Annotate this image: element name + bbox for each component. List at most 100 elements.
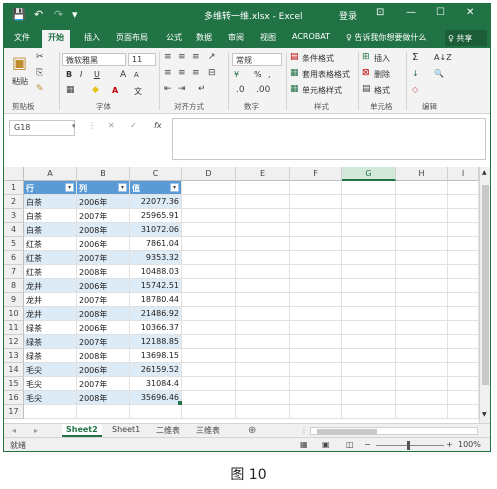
table-cell[interactable]: 2007年 <box>77 377 130 391</box>
row-header[interactable]: 4 <box>4 223 24 237</box>
insert-cells-icon[interactable]: ⊞ <box>362 52 370 62</box>
empty-cell[interactable] <box>182 335 236 349</box>
table-cell[interactable]: 9353.32 <box>130 251 182 265</box>
paste-button[interactable]: 粘贴 <box>12 76 28 87</box>
empty-cell[interactable] <box>290 335 342 349</box>
table-cell[interactable]: 2008年 <box>77 391 130 405</box>
row-header[interactable]: 12 <box>4 335 24 349</box>
table-cell[interactable]: 2008年 <box>77 349 130 363</box>
column-header-e[interactable]: E <box>236 167 290 181</box>
row-header[interactable]: 6 <box>4 251 24 265</box>
table-cell[interactable]: 7861.04 <box>130 237 182 251</box>
horizontal-scroll-thumb[interactable] <box>317 429 377 434</box>
increase-decimal-icon[interactable]: .0 <box>236 85 245 95</box>
empty-cell[interactable] <box>448 307 479 321</box>
empty-cell[interactable] <box>182 391 236 405</box>
empty-cell[interactable] <box>448 237 479 251</box>
empty-cell[interactable] <box>290 223 342 237</box>
table-cell[interactable]: 25965.91 <box>130 209 182 223</box>
row-header[interactable]: 17 <box>4 405 24 419</box>
redo-icon[interactable]: ↷ <box>54 8 63 21</box>
tab-home[interactable]: 开始 <box>42 30 70 48</box>
table-cell[interactable]: 绿茶 <box>24 349 77 363</box>
zoom-slider[interactable] <box>376 445 444 446</box>
row-header[interactable]: 1 <box>4 181 24 195</box>
empty-cell[interactable] <box>290 209 342 223</box>
table-cell[interactable]: 2006年 <box>77 279 130 293</box>
comma-button[interactable]: , <box>268 70 271 79</box>
empty-cell[interactable] <box>448 391 479 405</box>
table-cell[interactable]: 红茶 <box>24 237 77 251</box>
fill-button[interactable]: ↓ <box>412 69 419 78</box>
table-cell[interactable]: 12188.85 <box>130 335 182 349</box>
empty-cell[interactable] <box>236 391 290 405</box>
align-middle-icon[interactable]: ≡ <box>178 52 186 62</box>
customize-toolbar-icon[interactable]: ▾ <box>72 8 78 21</box>
prev-sheet-icon[interactable]: ◂ <box>12 426 16 435</box>
table-cell[interactable]: 毛尖 <box>24 391 77 405</box>
copy-icon[interactable]: ⎘ <box>36 68 43 78</box>
empty-cell[interactable] <box>448 265 479 279</box>
decrease-indent-icon[interactable]: ⇤ <box>164 84 172 94</box>
empty-cell[interactable] <box>236 349 290 363</box>
empty-cell[interactable] <box>236 279 290 293</box>
table-cell[interactable]: 龙井 <box>24 279 77 293</box>
empty-cell[interactable] <box>182 181 236 195</box>
empty-cell[interactable] <box>236 181 290 195</box>
empty-cell[interactable] <box>342 181 396 195</box>
tab-page-layout[interactable]: 页面布局 <box>116 32 148 43</box>
empty-cell[interactable] <box>396 349 448 363</box>
empty-cell[interactable] <box>396 335 448 349</box>
sheet-tab[interactable]: 二维表 <box>152 424 184 437</box>
empty-cell[interactable] <box>342 279 396 293</box>
empty-cell[interactable] <box>236 251 290 265</box>
fill-color-icon[interactable]: ◆ <box>92 85 99 95</box>
empty-cell[interactable] <box>342 265 396 279</box>
align-right-icon[interactable]: ≡ <box>192 68 200 78</box>
increase-indent-icon[interactable]: ⇥ <box>178 84 186 94</box>
empty-cell[interactable] <box>448 195 479 209</box>
share-button[interactable]: ♀ 共享 <box>445 30 487 46</box>
empty-cell[interactable] <box>24 405 77 419</box>
empty-cell[interactable] <box>396 251 448 265</box>
format-cells-button[interactable]: 格式 <box>374 85 390 96</box>
table-cell[interactable]: 21486.92 <box>130 307 182 321</box>
format-painter-icon[interactable]: ✎ <box>36 84 44 94</box>
empty-cell[interactable] <box>182 405 236 419</box>
empty-cell[interactable] <box>342 237 396 251</box>
empty-cell[interactable] <box>290 405 342 419</box>
table-cell[interactable]: 31072.06 <box>130 223 182 237</box>
empty-cell[interactable] <box>448 209 479 223</box>
sheet-tab[interactable]: Sheet1 <box>108 424 144 437</box>
delete-cells-button[interactable]: 删除 <box>374 69 390 80</box>
sort-filter-button[interactable]: A↓Z <box>434 53 452 62</box>
empty-cell[interactable] <box>290 251 342 265</box>
empty-cell[interactable] <box>290 321 342 335</box>
empty-cell[interactable] <box>448 335 479 349</box>
paste-icon[interactable]: ▣ <box>12 53 27 72</box>
table-header-cell[interactable]: 值 ▾ <box>130 181 182 195</box>
empty-cell[interactable] <box>448 251 479 265</box>
empty-cell[interactable] <box>396 195 448 209</box>
autosum-button[interactable]: Σ <box>412 52 418 63</box>
table-cell[interactable]: 35696.46 <box>130 391 182 405</box>
page-layout-view-icon[interactable]: ▣ <box>322 440 330 449</box>
empty-cell[interactable] <box>290 349 342 363</box>
sheet-tab[interactable]: Sheet2 <box>62 424 102 437</box>
insert-function-icon[interactable]: fx <box>154 121 162 130</box>
empty-cell[interactable] <box>342 307 396 321</box>
empty-cell[interactable] <box>290 391 342 405</box>
empty-cell[interactable] <box>236 265 290 279</box>
table-cell[interactable]: 13698.15 <box>130 349 182 363</box>
vertical-scrollbar[interactable]: ▲ ▼ <box>479 167 490 423</box>
empty-cell[interactable] <box>342 251 396 265</box>
conditional-format-button[interactable]: 条件格式 <box>302 53 334 64</box>
table-header-cell[interactable]: 列 ▾ <box>77 181 130 195</box>
tab-split-handle[interactable]: ⋮ <box>300 426 308 435</box>
empty-cell[interactable] <box>290 195 342 209</box>
table-cell[interactable]: 2007年 <box>77 251 130 265</box>
empty-cell[interactable] <box>182 279 236 293</box>
enter-icon[interactable]: ✓ <box>130 121 137 130</box>
phonetic-button[interactable]: 文 <box>134 86 142 97</box>
empty-cell[interactable] <box>396 405 448 419</box>
